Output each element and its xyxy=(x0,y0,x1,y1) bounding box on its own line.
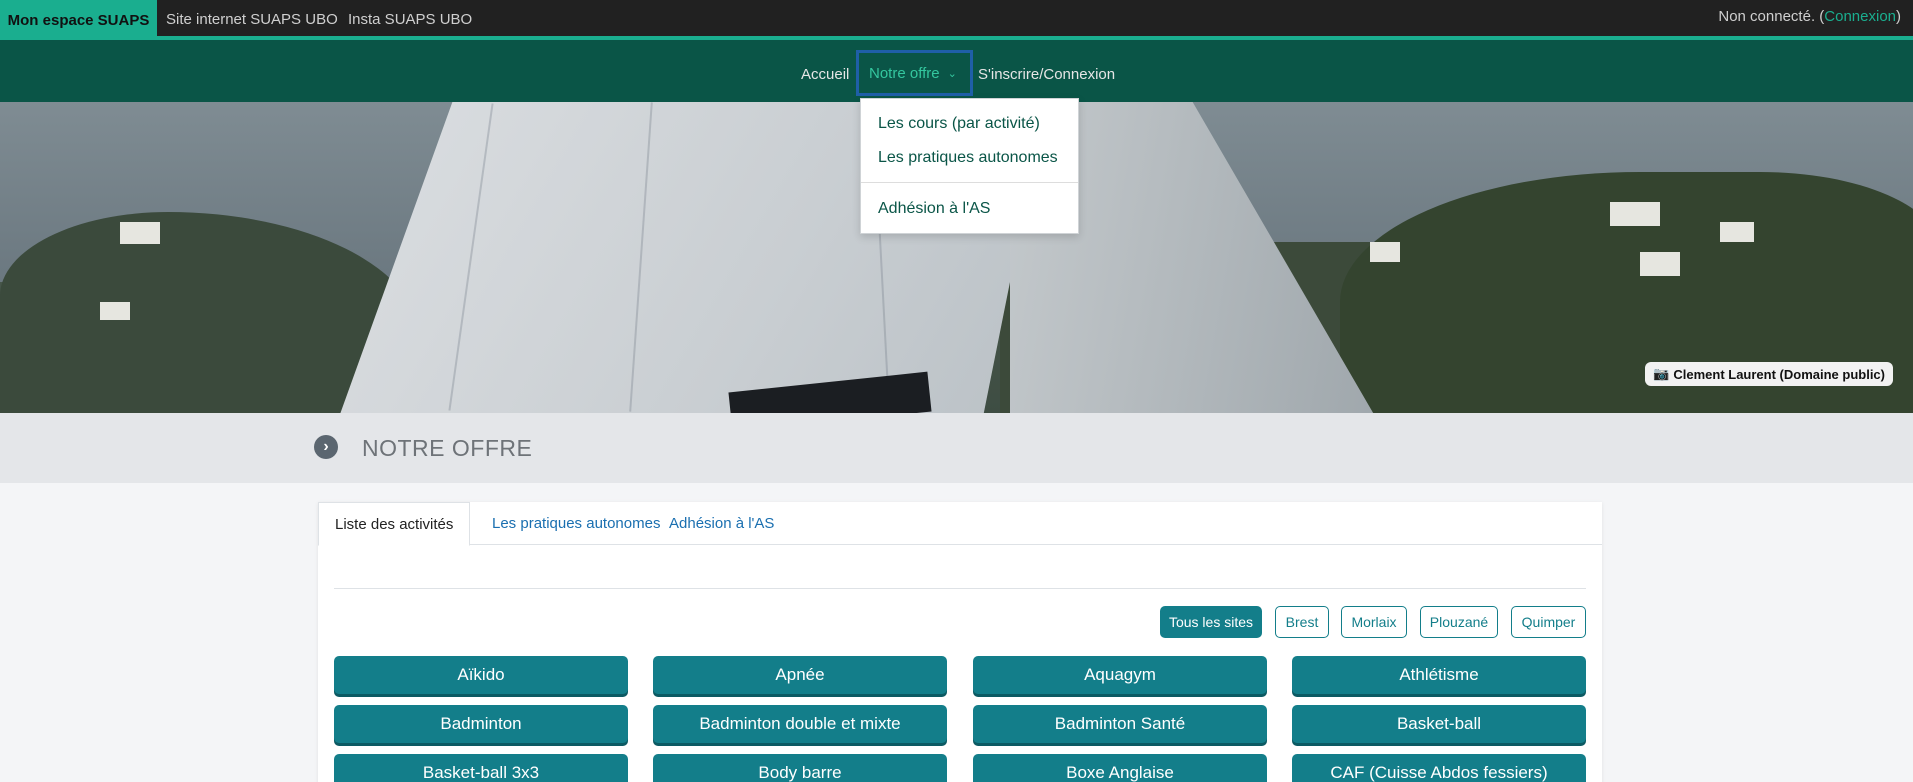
dropdown-item-pratiques[interactable]: Les pratiques autonomes xyxy=(878,149,1058,167)
main-nav: Accueil Notre offre ⌄ S'inscrire/Connexi… xyxy=(0,40,1913,102)
site-internet-link[interactable]: Site internet SUAPS UBO xyxy=(166,11,338,28)
tab-bar: Liste des activités Les pratiques autono… xyxy=(318,502,1602,546)
activity-button[interactable]: Badminton xyxy=(334,705,628,743)
filter-plouzane[interactable]: Plouzané xyxy=(1420,606,1498,638)
dropdown-divider xyxy=(861,182,1078,183)
hero-house xyxy=(100,302,130,320)
tab-liste-activites[interactable]: Liste des activités xyxy=(318,502,471,546)
photo-credit: 📷 Clement Laurent (Domaine public) xyxy=(1645,362,1893,386)
filter-morlaix[interactable]: Morlaix xyxy=(1341,606,1407,638)
hero-house xyxy=(1640,252,1680,276)
filter-brest[interactable]: Brest xyxy=(1275,606,1329,638)
login-status-suffix: ) xyxy=(1896,8,1901,25)
insta-link[interactable]: Insta SUAPS UBO xyxy=(348,11,472,28)
page-title: NOTRE OFFRE xyxy=(362,435,533,461)
camera-icon: 📷 xyxy=(1653,366,1670,381)
offer-card: Liste des activités Les pratiques autono… xyxy=(318,502,1602,782)
login-link[interactable]: Connexion xyxy=(1824,8,1896,25)
activity-button[interactable]: Boxe Anglaise xyxy=(973,754,1267,782)
chevron-right-circle-icon: › xyxy=(314,435,338,459)
divider xyxy=(334,588,1586,589)
photo-credit-text: Clement Laurent (Domaine public) xyxy=(1673,366,1885,382)
filter-tous-les-sites[interactable]: Tous les sites xyxy=(1160,606,1262,638)
hero-house xyxy=(1720,222,1754,242)
tab-pratiques-autonomes[interactable]: Les pratiques autonomes xyxy=(476,502,676,545)
chevron-down-icon: ⌄ xyxy=(947,67,957,80)
hero-house xyxy=(120,222,160,244)
dropdown-item-adhesion[interactable]: Adhésion à l'AS xyxy=(878,200,990,218)
activity-button[interactable]: Badminton Santé xyxy=(973,705,1267,743)
activity-button[interactable]: Athlétisme xyxy=(1292,656,1586,694)
activity-button[interactable]: Badminton double et mixte xyxy=(653,705,947,743)
nav-notre-offre[interactable]: Notre offre ⌄ xyxy=(856,50,973,96)
brand-link[interactable]: Mon espace SUAPS xyxy=(0,0,157,40)
login-status: Non connecté. (Connexion) xyxy=(1718,8,1901,25)
activity-button[interactable]: Body barre xyxy=(653,754,947,782)
filter-quimper[interactable]: Quimper xyxy=(1511,606,1586,638)
dropdown-item-cours[interactable]: Les cours (par activité) xyxy=(878,115,1040,133)
nav-accueil[interactable]: Accueil xyxy=(801,66,849,83)
activity-button[interactable]: CAF (Cuisse Abdos fessiers) xyxy=(1292,754,1586,782)
nav-inscrire[interactable]: S'inscrire/Connexion xyxy=(978,66,1115,83)
nav-notre-offre-label: Notre offre xyxy=(869,64,940,82)
activity-button[interactable]: Basket-ball xyxy=(1292,705,1586,743)
hero-house xyxy=(1370,242,1400,262)
activity-button[interactable]: Basket-ball 3x3 xyxy=(334,754,628,782)
hero-house xyxy=(1610,202,1660,226)
notre-offre-dropdown: Les cours (par activité) Les pratiques a… xyxy=(860,98,1079,234)
activity-button[interactable]: Aquagym xyxy=(973,656,1267,694)
activity-button[interactable]: Apnée xyxy=(653,656,947,694)
tab-adhesion[interactable]: Adhésion à l'AS xyxy=(653,502,790,545)
top-bar: Mon espace SUAPS Site internet SUAPS UBO… xyxy=(0,0,1913,40)
activity-button[interactable]: Aïkido xyxy=(334,656,628,694)
page-header: › NOTRE OFFRE xyxy=(0,413,1913,483)
login-status-prefix: Non connecté. ( xyxy=(1718,8,1825,25)
